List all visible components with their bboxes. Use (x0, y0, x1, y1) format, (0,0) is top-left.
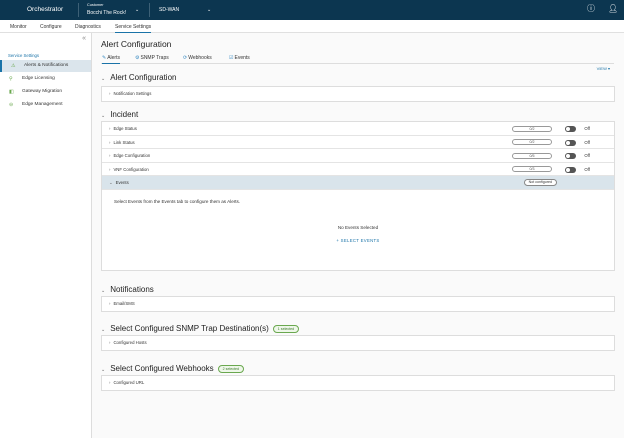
sidebar-item-edge-management[interactable]: ⊖ Edge Management (0, 99, 91, 111)
sidebar-header: Service Settings (8, 53, 40, 58)
tab-bar: ✎Alerts ⚙SNMP Traps ⟳Webhooks ☑Events (101, 53, 614, 64)
toggle-switch[interactable] (565, 139, 576, 146)
main-nav: Monitor Configure Diagnostics Service Se… (0, 20, 624, 33)
notification-settings-panel: › Notification Settings (101, 86, 615, 102)
nav-monitor[interactable]: Monitor (10, 24, 27, 30)
section-incident[interactable]: ⌄ Incident (101, 110, 138, 119)
sidebar-item-label: Edge Management (22, 102, 63, 107)
customer-value: Bocchi The Rock! (87, 10, 127, 16)
top-bar: Orchestrator Customer Bocchi The Rock! ⌄… (0, 0, 624, 20)
snmp-icon: ⚙ (135, 55, 140, 61)
sidebar: « Service Settings ⚠ Alerts & Notificatio… (0, 33, 92, 438)
sidebar-item-label: Edge Licensing (22, 76, 55, 81)
incident-row-link-status[interactable]: › Link Status 0/2 Off (102, 136, 614, 149)
edge-icon: ⊖ (9, 102, 14, 108)
nav-configure[interactable]: Configure (40, 24, 62, 30)
toggle-switch[interactable] (565, 126, 576, 132)
app-brand: Orchestrator (27, 6, 64, 13)
tab-alerts[interactable]: ✎Alerts (102, 55, 120, 64)
incident-panel: › Edge Status 0/2 Off › Link Status 0/2 Off › E… (101, 121, 615, 271)
count-badge: 0/2 (512, 139, 552, 145)
alert-icon: ⚠ (11, 63, 16, 69)
sidebar-item-gateway-migration[interactable]: ◧ Gateway Migration (0, 86, 91, 98)
webhook-icon: ⟳ (183, 55, 188, 61)
main-content: Alert Configuration ✎Alerts ⚙SNMP Traps … (92, 33, 624, 438)
incident-row-edge-configuration[interactable]: › Edge Configuration 0/5 Off (102, 149, 614, 163)
customer-label: Customer (87, 3, 104, 7)
view-dropdown[interactable]: VIEW ▾ (597, 66, 610, 71)
toggle-switch[interactable] (565, 153, 576, 159)
sidebar-item-label: Gateway Migration (22, 89, 62, 94)
incident-row-edge-status[interactable]: › Edge Status 0/2 Off (102, 122, 614, 136)
incident-row-vnf-configuration[interactable]: › VNF Configuration 0/3 Off (102, 163, 614, 176)
section-alert-configuration[interactable]: ⌄ Alert Configuration (101, 73, 176, 82)
email-sms-row[interactable]: › Email/SMS (102, 297, 614, 311)
notification-settings-row[interactable]: › Notification Settings (102, 87, 614, 101)
incident-row-events[interactable]: ⌄ Events Not configured (102, 176, 614, 190)
empty-state: No Events Selected (337, 224, 379, 230)
events-panel: Select Events from the Events tab to con… (102, 190, 614, 270)
bell-icon: ✎ (102, 55, 107, 61)
migration-icon: ◧ (9, 89, 14, 95)
sidebar-item-edge-licensing[interactable]: ⚲ Edge Licensing (0, 73, 91, 85)
nav-diagnostics[interactable]: Diagnostics (75, 24, 101, 30)
sidebar-item-alerts[interactable]: ⚠ Alerts & Notifications (0, 60, 91, 72)
customer-selector[interactable]: Customer Bocchi The Rock! (87, 3, 126, 16)
count-badge: 0/3 (512, 166, 552, 172)
key-icon: ⚲ (9, 76, 13, 82)
tab-events[interactable]: ☑Events (229, 55, 250, 61)
status-badge: Not configured (523, 179, 557, 186)
section-notifications[interactable]: ⌄ Notifications (101, 285, 154, 294)
help-icon[interactable]: ⓘ (587, 5, 595, 13)
configured-url-row[interactable]: › Configured URL (102, 376, 614, 390)
chevron-down-icon[interactable]: ⌄ (207, 7, 211, 13)
chevron-down-icon[interactable]: ⌄ (135, 7, 139, 13)
tab-snmp-traps[interactable]: ⚙SNMP Traps (135, 55, 169, 61)
network-selector[interactable]: SD-WAN (159, 7, 179, 13)
snmp-panel: › Configured Hosts (101, 335, 615, 351)
collapse-sidebar-icon[interactable]: « (82, 35, 86, 42)
webhooks-panel: › Configured URL (101, 375, 615, 391)
sidebar-item-label: Alerts & Notifications (24, 63, 69, 68)
section-snmp[interactable]: ⌄ Select Configured SNMP Trap Destination… (101, 324, 300, 333)
nav-service-settings[interactable]: Service Settings (115, 24, 152, 33)
toggle-switch[interactable] (565, 166, 576, 173)
count-badge: 0/2 (512, 125, 552, 132)
tab-webhooks[interactable]: ⟳Webhooks (183, 55, 212, 61)
section-webhooks[interactable]: ⌄ Select Configured Webhooks 2 selected (101, 364, 245, 373)
selected-badge: 2 selected (217, 364, 245, 373)
events-icon: ☑ (229, 55, 234, 61)
page-title: Alert Configuration (101, 39, 172, 49)
count-badge: 0/5 (512, 152, 552, 159)
notifications-panel: › Email/SMS (101, 296, 615, 312)
select-events-button[interactable]: + SELECT EVENTS (102, 238, 614, 243)
selected-badge: 1 selected (272, 324, 300, 333)
events-message: Select Events from the Events tab to con… (114, 198, 241, 204)
configured-hosts-row[interactable]: › Configured Hosts (102, 336, 614, 350)
user-icon[interactable]: 👤︎ (608, 5, 618, 13)
